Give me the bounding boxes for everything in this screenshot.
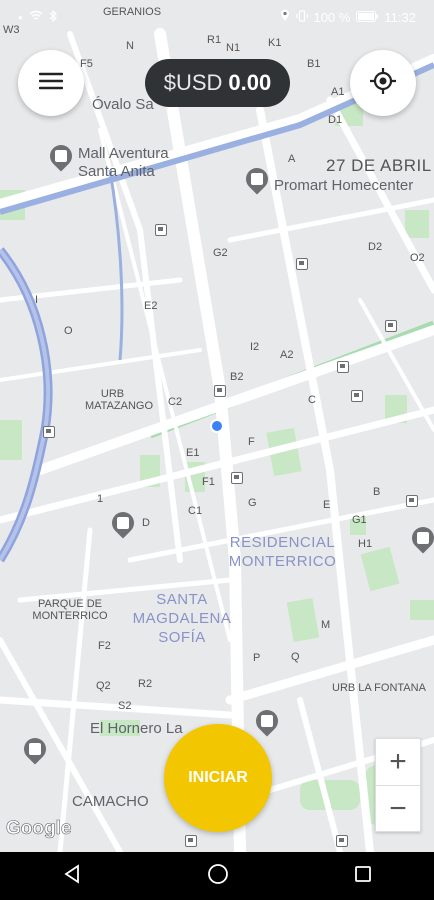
notification-icon: • bbox=[18, 9, 23, 25]
battery-icon bbox=[356, 10, 379, 25]
balance-pill[interactable]: $USD 0.00 bbox=[145, 59, 290, 107]
battery-percent: 100 % bbox=[313, 9, 351, 25]
status-bar: • 100 % 11:32 bbox=[0, 0, 434, 34]
clock: 11:32 bbox=[384, 9, 416, 25]
status-right: 100 % 11:32 bbox=[280, 9, 416, 25]
status-left: • bbox=[18, 9, 57, 25]
bus-stop-icon bbox=[337, 361, 349, 373]
bus-stop-icon bbox=[351, 390, 363, 402]
my-location-icon bbox=[369, 67, 397, 100]
bus-stop-icon bbox=[155, 224, 167, 236]
bus-stop-icon bbox=[406, 495, 418, 507]
bus-stop-icon bbox=[214, 385, 226, 397]
bus-stop-icon bbox=[43, 426, 55, 438]
location-status-icon bbox=[280, 9, 290, 25]
vibrate-icon bbox=[295, 9, 308, 25]
bus-stop-icon bbox=[185, 835, 197, 847]
home-icon[interactable] bbox=[207, 863, 229, 890]
back-icon[interactable] bbox=[62, 863, 82, 889]
my-location-button[interactable] bbox=[350, 50, 416, 116]
zoom-controls: + − bbox=[375, 738, 421, 832]
current-location-dot bbox=[210, 419, 224, 433]
bus-stop-icon bbox=[296, 258, 308, 270]
bus-stop-icon bbox=[231, 472, 243, 484]
bus-stop-icon bbox=[385, 320, 397, 332]
google-logo: Google bbox=[6, 818, 72, 840]
hamburger-menu-icon bbox=[38, 72, 64, 95]
zoom-in-button[interactable]: + bbox=[376, 739, 420, 785]
recents-icon[interactable] bbox=[354, 865, 372, 888]
menu-button[interactable] bbox=[18, 50, 84, 116]
bluetooth-icon bbox=[49, 9, 57, 25]
start-button[interactable]: INICIAR bbox=[164, 724, 272, 832]
balance-currency: $USD bbox=[163, 70, 223, 95]
zoom-out-button[interactable]: − bbox=[376, 786, 420, 832]
bus-stop-icon bbox=[336, 835, 348, 847]
balance-amount: 0.00 bbox=[228, 70, 272, 95]
wifi-icon bbox=[29, 10, 43, 25]
system-nav-bar bbox=[0, 852, 434, 900]
